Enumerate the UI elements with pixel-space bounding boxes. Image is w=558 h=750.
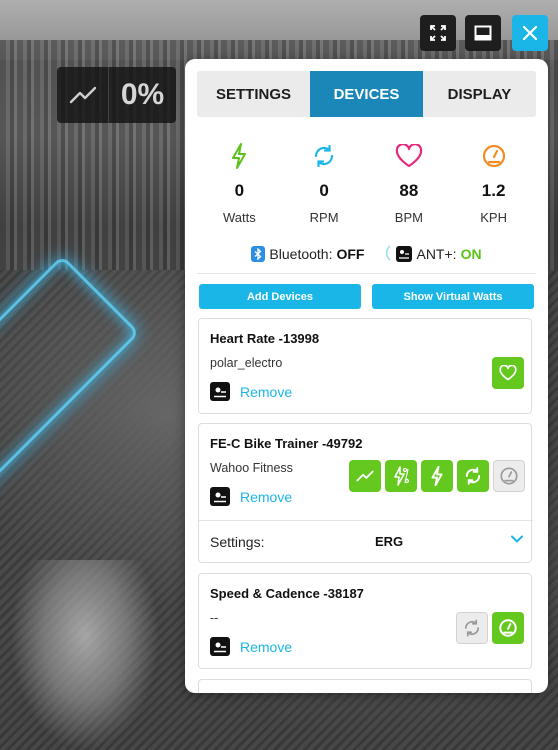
metric-value: 0 [234, 181, 245, 200]
metric-unit: KPH [480, 210, 507, 225]
lightning-icon [431, 466, 443, 486]
remove-label: Remove [240, 488, 293, 505]
remove-label: Remove [240, 383, 293, 400]
ant-state: ON [460, 246, 482, 262]
device-card-heart-rate: Heart Rate -13998 polar_electro Remove [198, 318, 532, 414]
device-settings-row[interactable]: Settings: ERG [199, 520, 533, 562]
fullscreen-button[interactable] [420, 15, 456, 51]
ant-plus-icon [210, 637, 230, 656]
remove-device-button[interactable]: Remove [210, 382, 292, 401]
tab-display[interactable]: DISPLAY [423, 71, 536, 117]
device-name: FE-C Bike Trainer -49792 [210, 436, 363, 451]
metric-unit: RPM [309, 210, 339, 225]
capability-speed-chip[interactable] [493, 460, 525, 492]
trend-line-icon [57, 67, 109, 123]
ant-status[interactable]: ANT+: ON [384, 244, 482, 264]
action-buttons: Add Devices Show Virtual Watts [199, 284, 534, 309]
devices-panel: SETTINGS DEVICES DISPLAY 0 Watts 0 RPM 8… [185, 59, 548, 693]
chevron-down-icon[interactable] [511, 535, 523, 543]
show-virtual-watts-button[interactable]: Show Virtual Watts [372, 284, 534, 309]
bluetooth-status[interactable]: Bluetooth: OFF [251, 246, 364, 262]
capability-heart-chip[interactable] [492, 357, 524, 389]
metric-watts: 0 Watts [197, 141, 282, 231]
metric-value: 0 [319, 181, 329, 200]
lightning-icon [230, 141, 248, 171]
close-icon [522, 25, 538, 41]
device-card-bike-trainer: FE-C Bike Trainer -49792 Wahoo Fitness R… [198, 423, 533, 563]
metrics-row: 0 Watts 0 RPM 88 BPM 1.2 KPH [197, 141, 536, 231]
device-manufacturer: polar_electro [210, 356, 283, 370]
capability-lightning-percent-chip[interactable] [385, 460, 417, 492]
device-manufacturer: Wahoo Fitness [210, 461, 293, 475]
device-name: Heart Rate -13998 [210, 331, 320, 346]
metric-rpm: 0 RPM [282, 141, 367, 231]
speedometer-icon [481, 141, 507, 171]
speedometer-icon [500, 467, 518, 485]
device-card-speed-cadence: Speed & Cadence -38187 -- Remove [198, 573, 532, 669]
remove-device-button[interactable]: Remove [210, 637, 292, 656]
add-devices-button[interactable]: Add Devices [199, 284, 361, 309]
power-overlay: 0% [57, 67, 176, 123]
background-figure [10, 560, 160, 750]
ant-plus-icon [210, 487, 230, 506]
device-manufacturer: -- [210, 611, 219, 625]
speedometer-icon [499, 619, 517, 637]
metric-unit: Watts [223, 210, 256, 225]
window-mode-button[interactable] [465, 15, 501, 51]
cadence-refresh-icon [465, 467, 481, 485]
capability-trend-chip[interactable] [349, 460, 381, 492]
capability-lightning-chip[interactable] [421, 460, 453, 492]
close-button[interactable] [512, 15, 548, 51]
remove-device-button[interactable]: Remove [210, 487, 292, 506]
trend-line-icon [356, 470, 374, 482]
metric-bpm: 88 BPM [367, 141, 452, 231]
lightning-percent-icon [394, 466, 410, 486]
remove-label: Remove [240, 638, 293, 655]
cadence-refresh-icon [311, 141, 337, 171]
ant-plus-icon [396, 246, 413, 262]
metric-value: 88 [399, 181, 419, 200]
capability-cadence-chip[interactable] [456, 612, 488, 644]
ant-plus-icon [210, 382, 230, 401]
bluetooth-state: OFF [336, 246, 365, 262]
bluetooth-label: Bluetooth: [269, 246, 333, 262]
settings-label: Settings: [210, 533, 265, 550]
capability-speed-chip[interactable] [492, 612, 524, 644]
device-name: Speed & Cadence -38187 [210, 586, 364, 601]
bluetooth-icon [251, 246, 266, 262]
heart-icon [395, 141, 423, 171]
ant-label: ANT+: [416, 246, 457, 262]
window-icon [474, 25, 492, 41]
metric-value: 1.2 [481, 181, 506, 200]
settings-mode-value: ERG [375, 534, 404, 549]
metric-unit: BPM [394, 210, 423, 225]
fullscreen-icon [430, 25, 446, 41]
capability-cadence-chip[interactable] [457, 460, 489, 492]
loading-arc-icon [384, 244, 392, 264]
cadence-refresh-icon [465, 619, 479, 637]
connection-status-row: Bluetooth: OFF ANT+: ON [197, 243, 536, 265]
metric-kph: 1.2 KPH [451, 141, 536, 231]
tab-devices[interactable]: DEVICES [310, 71, 423, 117]
divider [197, 273, 536, 274]
power-percent: 0% [120, 78, 165, 111]
device-card-next-partial [198, 679, 532, 693]
tab-settings[interactable]: SETTINGS [197, 71, 310, 117]
tab-bar: SETTINGS DEVICES DISPLAY [197, 71, 536, 117]
heart-icon [499, 365, 517, 381]
